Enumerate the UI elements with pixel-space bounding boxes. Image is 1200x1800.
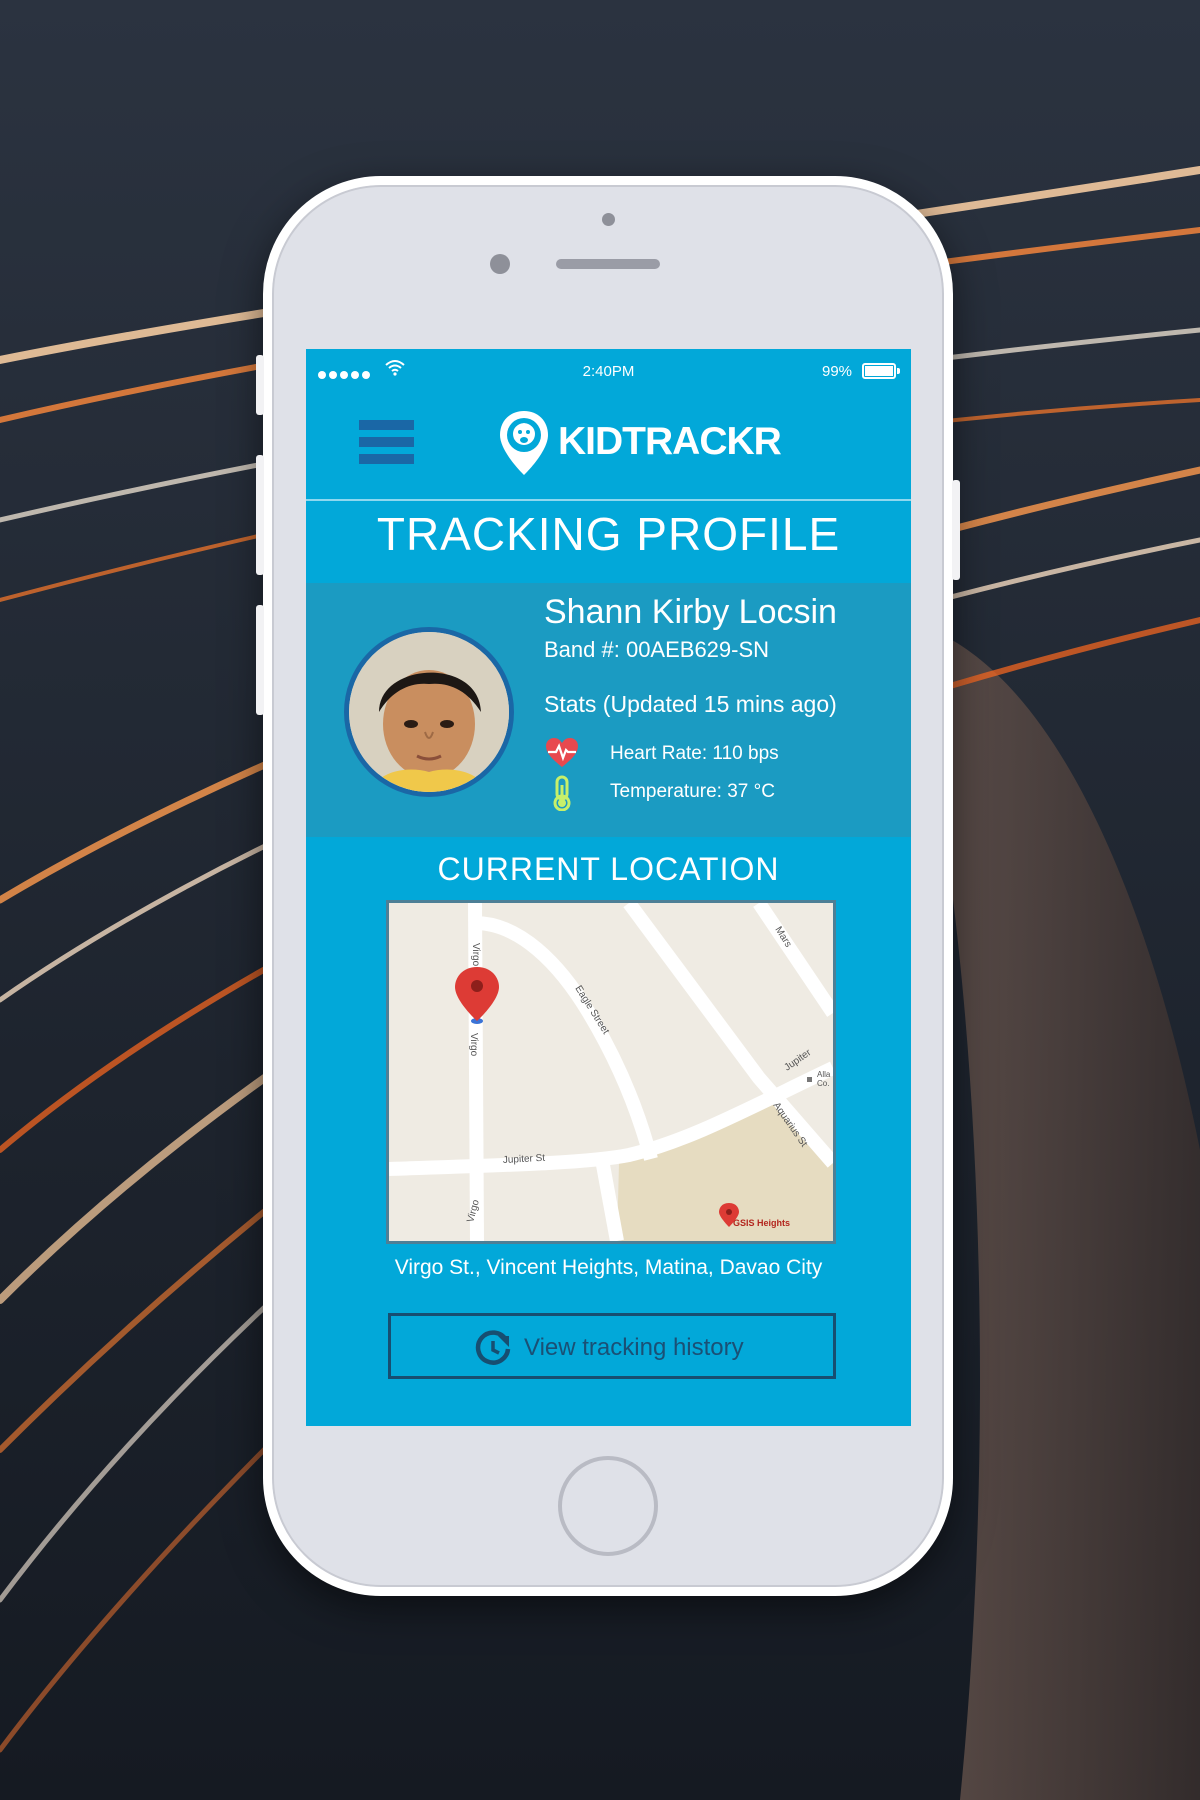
temperature-value: Temperature: 37 °C [610,781,775,802]
phone-sensor [602,213,615,226]
map-label-alla: Alla [817,1070,831,1079]
location-address: Virgo St., Vincent Heights, Matina, Dava… [394,1256,823,1279]
battery-nub [897,368,900,374]
battery-percentage: 99% [822,363,853,380]
page-title: TRACKING PROFILE [376,508,841,560]
kidtrackr-logo-pin-icon [500,411,548,475]
map-label-virgo: Virgo [470,943,481,967]
history-refresh-icon [475,1330,511,1365]
phone-side-button [952,480,960,580]
band-number: Band #: 00AEB629-SN [544,637,770,662]
app-screen: 2:40PM 99% KIDTRACKR TRACKING PROFILE Sh… [306,349,911,1426]
map-label-virgo: Virgo [468,1033,479,1057]
thermometer-icon [553,775,571,811]
child-avatar [344,627,514,797]
profile-panel: Shann Kirby Locsin Band #: 00AEB629-SN S… [306,583,911,837]
phone-home-button[interactable] [558,1456,658,1556]
phone-camera [490,254,510,274]
phone-side-button [256,455,264,575]
status-bar: 2:40PM 99% [306,349,911,393]
current-location-title: CURRENT LOCATION [437,851,780,887]
app-name: KIDTRACKR [558,420,782,463]
heart-rate-icon [546,738,578,767]
stats-heading: Stats (Updated 15 mins ago) [544,691,837,717]
map-label-co: Co. [817,1079,829,1088]
view-tracking-history-label: View tracking history [524,1334,744,1361]
menu-icon[interactable] [359,420,414,468]
battery-icon [862,363,896,379]
map-label-gsis-heights: GSIS Heights [733,1218,790,1228]
heart-rate-value: Heart Rate: 110 bps [610,743,779,764]
child-name: Shann Kirby Locsin [544,593,837,631]
location-map[interactable]: Virgo Virgo Virgo Eagle Street Mars Jupi… [386,900,836,1244]
map-label-jupiter-st: Jupiter St [503,1153,546,1166]
phone-side-button [256,605,264,715]
phone-speaker [556,259,660,269]
phone-side-button [256,355,264,415]
view-tracking-history-button[interactable]: View tracking history [388,1313,836,1379]
status-time: 2:40PM [582,363,635,380]
